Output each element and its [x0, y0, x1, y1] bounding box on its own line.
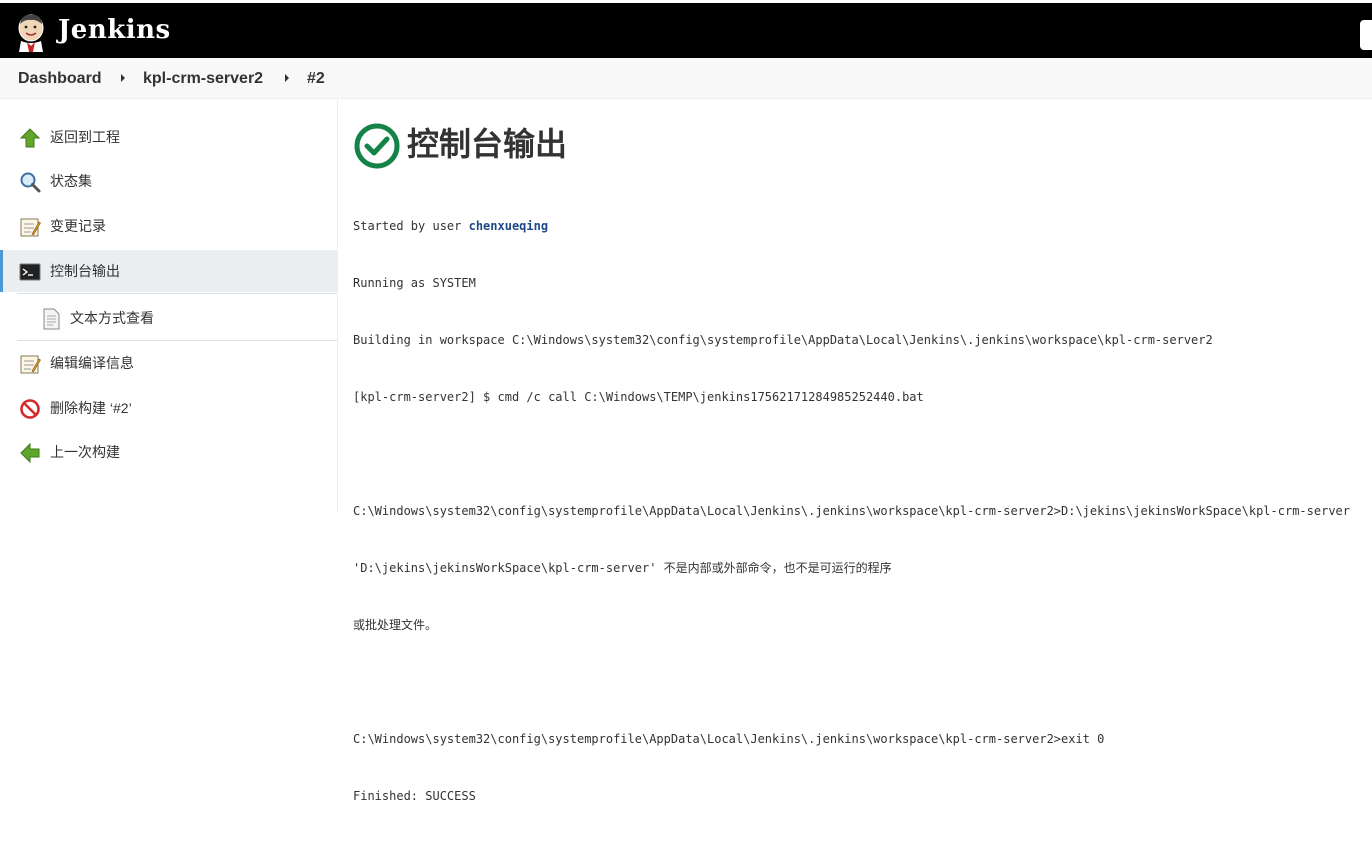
no-entry-icon: [20, 399, 40, 419]
app-brand[interactable]: Jenkins: [58, 12, 171, 48]
console-user-link[interactable]: chenxueqing: [469, 219, 548, 233]
page-header: Jenkins: [0, 0, 1372, 58]
console-line: 'D:\jekins\jekinsWorkSpace\kpl-crm-serve…: [353, 561, 892, 575]
console-line: Building in workspace C:\Windows\system3…: [353, 333, 1213, 347]
jenkins-logo-icon[interactable]: [16, 12, 46, 52]
arrow-up-icon: [19, 128, 41, 148]
console-line: 或批处理文件。: [353, 618, 438, 632]
console-started-prefix: Started by user: [353, 219, 469, 233]
console-line: Started by user chenxueqing: [353, 217, 1363, 236]
sidebar-item-label: 文本方式查看: [70, 310, 154, 326]
success-check-icon: [354, 123, 400, 169]
sidebar-item-edit-build-info[interactable]: 编辑编译信息: [0, 342, 337, 384]
arrow-left-icon: [20, 442, 40, 464]
magnifier-icon: [20, 172, 41, 193]
console-line: Running as SYSTEM: [353, 276, 476, 290]
header-search-edge[interactable]: [1360, 20, 1372, 50]
breadcrumb: Dashboard kpl-crm-server2 #2: [0, 58, 1372, 99]
sidebar-item-previous-build[interactable]: 上一次构建: [0, 431, 337, 473]
sidebar-item-label: 变更记录: [50, 218, 106, 234]
sidebar-item-status[interactable]: 状态集: [0, 160, 337, 202]
page-title: 控制台输出: [407, 125, 568, 163]
sidebar-divider: [17, 340, 337, 341]
sidebar-item-delete-build[interactable]: 删除构建 ‘#2’: [0, 387, 337, 429]
document-icon: [43, 308, 60, 330]
sidebar: 返回到工程 状态集 变更记录 控制台输出 文本方式查看 编辑编译信息 删除构建 …: [0, 99, 338, 513]
sidebar-item-label: 控制台输出: [50, 263, 120, 279]
sidebar-item-label: 状态集: [50, 173, 92, 189]
breadcrumb-separator-icon[interactable]: [121, 74, 125, 82]
sidebar-item-label: 上一次构建: [50, 444, 120, 460]
notepad-icon: [20, 355, 41, 374]
sidebar-item-back-to-project[interactable]: 返回到工程: [0, 116, 337, 158]
notepad-icon: [20, 218, 41, 237]
console-line: Finished: SUCCESS: [353, 789, 476, 803]
sidebar-item-view-as-text[interactable]: 文本方式查看: [0, 297, 337, 339]
sidebar-item-changes[interactable]: 变更记录: [0, 205, 337, 247]
sidebar-item-console-output[interactable]: 控制台输出: [0, 250, 337, 292]
sidebar-item-label: 删除构建 ‘#2’: [50, 400, 132, 416]
sidebar-item-label: 返回到工程: [50, 129, 120, 145]
console-line: C:\Windows\system32\config\systemprofile…: [353, 504, 1350, 518]
breadcrumb-dashboard[interactable]: Dashboard: [18, 58, 102, 99]
breadcrumb-job[interactable]: kpl-crm-server2: [143, 58, 263, 99]
console-output: Started by user chenxueqing Running as S…: [353, 179, 1363, 844]
console-line: C:\Windows\system32\config\systemprofile…: [353, 732, 1105, 746]
sidebar-divider: [17, 293, 337, 294]
main-panel: 控制台输出 Started by user chenxueqing Runnin…: [339, 99, 1372, 803]
sidebar-item-label: 编辑编译信息: [50, 355, 134, 371]
breadcrumb-build[interactable]: #2: [307, 58, 325, 99]
terminal-icon: [19, 263, 41, 281]
breadcrumb-separator-icon[interactable]: [285, 74, 289, 82]
console-line: [kpl-crm-server2] $ cmd /c call C:\Windo…: [353, 390, 924, 404]
